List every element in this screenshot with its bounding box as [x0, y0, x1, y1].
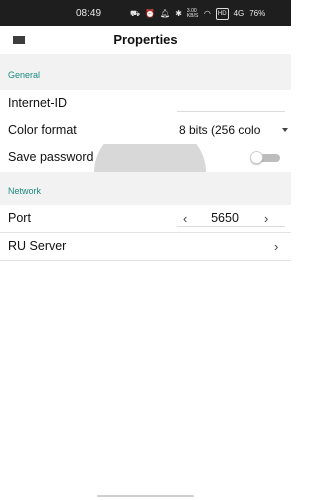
color-format-row[interactable]: Color format 8 bits (256 colo	[0, 117, 291, 145]
internet-id-label: Internet-ID	[8, 96, 68, 110]
color-format-dropdown[interactable]: 8 bits (256 colo	[179, 123, 283, 137]
page-title: Properties	[113, 32, 178, 47]
signal-icon: 4G	[233, 9, 245, 18]
chevron-down-icon[interactable]	[282, 128, 288, 132]
bluetooth-icon: ✱	[175, 9, 182, 18]
chevron-left-icon[interactable]: ‹	[183, 211, 187, 226]
hd-badge: HD	[215, 8, 229, 20]
home-indicator[interactable]	[97, 495, 194, 497]
internet-id-row[interactable]: Internet-ID	[0, 90, 291, 118]
data-rate: 3.00 KB/S	[186, 8, 199, 19]
status-bar: 08:49 ⛟ ⏰ 🔔︎ ✱ 3.00 KB/S ◠ HD 4G 76%	[0, 0, 291, 26]
port-stepper-value[interactable]: 5650	[196, 211, 254, 225]
toggle-thumb	[250, 151, 263, 164]
port-label: Port	[8, 211, 31, 225]
section-header-general: General	[0, 54, 291, 90]
status-time: 08:49	[76, 8, 102, 19]
ru-server-row[interactable]: RU Server ›	[0, 233, 291, 261]
bell-icon: 🔔︎	[160, 9, 171, 18]
port-row: Port ‹ 5650 ›	[0, 205, 291, 233]
wifi-icon: ◠	[203, 9, 211, 18]
status-icons: ⛟ ⏰ 🔔︎ ✱ 3.00 KB/S ◠ HD 4G 76%	[130, 8, 265, 20]
battery-level: 76%	[249, 9, 266, 18]
app-bar: Properties	[0, 26, 291, 54]
ru-server-label: RU Server	[8, 239, 67, 253]
internet-id-underline	[177, 111, 285, 112]
chevron-right-icon[interactable]: ›	[274, 239, 278, 254]
ripple-shape	[94, 144, 206, 172]
save-password-row[interactable]: Save password	[0, 144, 291, 172]
port-underline	[177, 226, 285, 227]
alarm-icon: ⏰	[145, 9, 156, 18]
section-header-network: Network	[0, 172, 291, 205]
chevron-right-icon[interactable]: ›	[264, 211, 268, 226]
color-format-label: Color format	[8, 123, 77, 137]
car-icon: ⛟	[130, 9, 141, 18]
save-password-toggle[interactable]	[250, 151, 280, 164]
save-password-label: Save password	[8, 150, 94, 164]
